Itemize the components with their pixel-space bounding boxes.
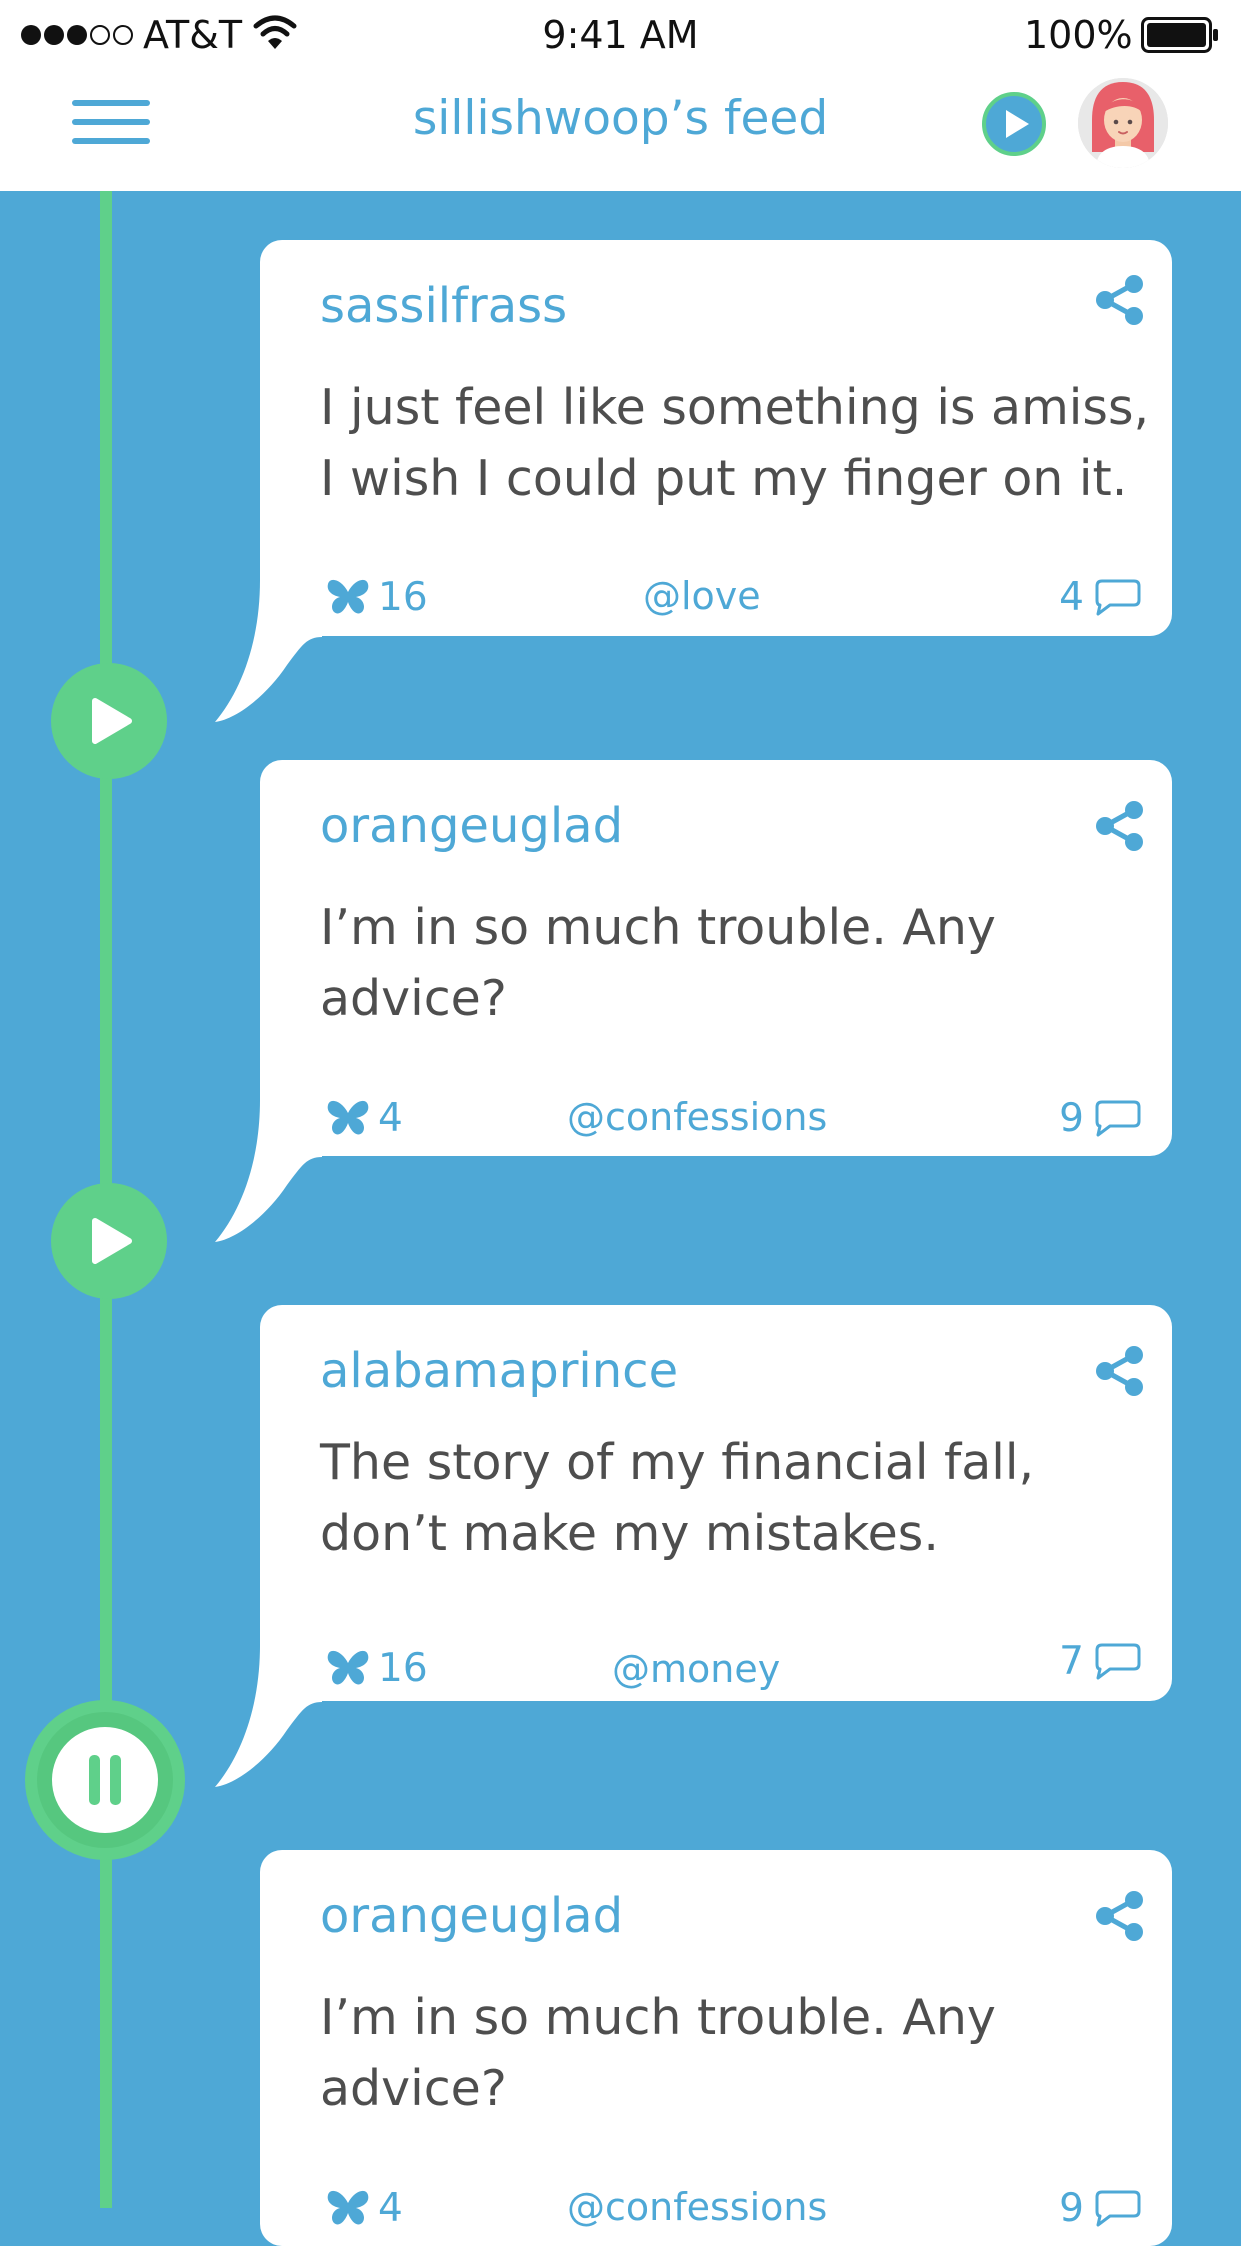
post-username[interactable]: orangeuglad — [320, 798, 623, 854]
comments-count: 7 — [1059, 1639, 1084, 1684]
timeline-play-button[interactable] — [51, 1183, 167, 1299]
battery-percent: 100% — [1024, 13, 1133, 57]
likes-count-button[interactable]: 16 — [326, 1647, 428, 1691]
feed-card[interactable]: orangeuglad I’m in so much trouble. Any … — [260, 1850, 1172, 2246]
post-message: I’m in so much trouble. Any advice? — [320, 1989, 996, 2117]
post-username[interactable]: orangeuglad — [320, 1888, 623, 1944]
comments-count: 4 — [1059, 575, 1084, 620]
post-username[interactable]: sassilfrass — [320, 278, 567, 334]
post-message: The story of my financial fall, don’t ma… — [320, 1434, 1035, 1562]
share-icon[interactable] — [1094, 800, 1146, 852]
comments-count-button[interactable]: 9 — [1059, 2187, 1142, 2231]
post-tag[interactable]: @confessions — [567, 2185, 827, 2229]
avatar[interactable] — [1078, 78, 1168, 168]
butterfly-icon — [327, 1650, 369, 1685]
top-bar: AT&T 9:41 AM 100% sillishwoop’s feed — [0, 0, 1241, 191]
play-icon — [92, 1218, 132, 1264]
comments-count: 9 — [1059, 2186, 1084, 2231]
share-icon[interactable] — [1094, 274, 1146, 326]
timeline-play-button[interactable] — [51, 663, 167, 779]
post-username[interactable]: alabamaprince — [320, 1343, 678, 1399]
pause-icon — [52, 1727, 158, 1833]
likes-count: 4 — [378, 1096, 403, 1141]
likes-count-button[interactable]: 16 — [326, 576, 428, 620]
user-avatar-icon — [1078, 78, 1168, 168]
likes-count: 16 — [378, 1646, 428, 1691]
comment-bubble-icon — [1095, 1100, 1141, 1137]
play-icon — [92, 698, 132, 744]
comments-count: 9 — [1059, 1096, 1084, 1141]
comment-bubble-icon — [1095, 2190, 1141, 2227]
post-tag[interactable]: @confessions — [567, 1095, 827, 1139]
page-title: sillishwoop’s feed — [412, 91, 829, 146]
battery-icon — [1141, 17, 1219, 53]
share-icon[interactable] — [1094, 1890, 1146, 1942]
likes-count-button[interactable]: 4 — [326, 1097, 403, 1141]
likes-count: 4 — [378, 2186, 403, 2231]
feed-card[interactable]: alabamaprince The story of my financial … — [260, 1305, 1172, 1701]
post-tag[interactable]: @money — [612, 1647, 780, 1691]
comment-bubble-icon — [1095, 579, 1141, 616]
post-message: I just feel like something is amiss, I w… — [320, 379, 1150, 507]
feed-card[interactable]: sassilfrass I just feel like something i… — [260, 240, 1172, 636]
comments-count-button[interactable]: 9 — [1059, 1097, 1142, 1141]
comments-count-button[interactable]: 4 — [1059, 576, 1142, 620]
butterfly-icon — [327, 2190, 369, 2225]
comments-count-button[interactable]: 7 — [1059, 1640, 1142, 1684]
post-tag[interactable]: @love — [643, 574, 761, 618]
butterfly-icon — [327, 1100, 369, 1135]
share-icon[interactable] — [1094, 1345, 1146, 1397]
comment-bubble-icon — [1095, 1643, 1141, 1680]
play-all-button[interactable] — [982, 92, 1046, 156]
feed-card[interactable]: orangeuglad I’m in so much trouble. Any … — [260, 760, 1172, 1156]
likes-count-button[interactable]: 4 — [326, 2187, 403, 2231]
play-icon — [982, 92, 1046, 156]
butterfly-icon — [327, 579, 369, 614]
post-message: I’m in so much trouble. Any advice? — [320, 899, 996, 1027]
likes-count: 16 — [378, 575, 428, 620]
